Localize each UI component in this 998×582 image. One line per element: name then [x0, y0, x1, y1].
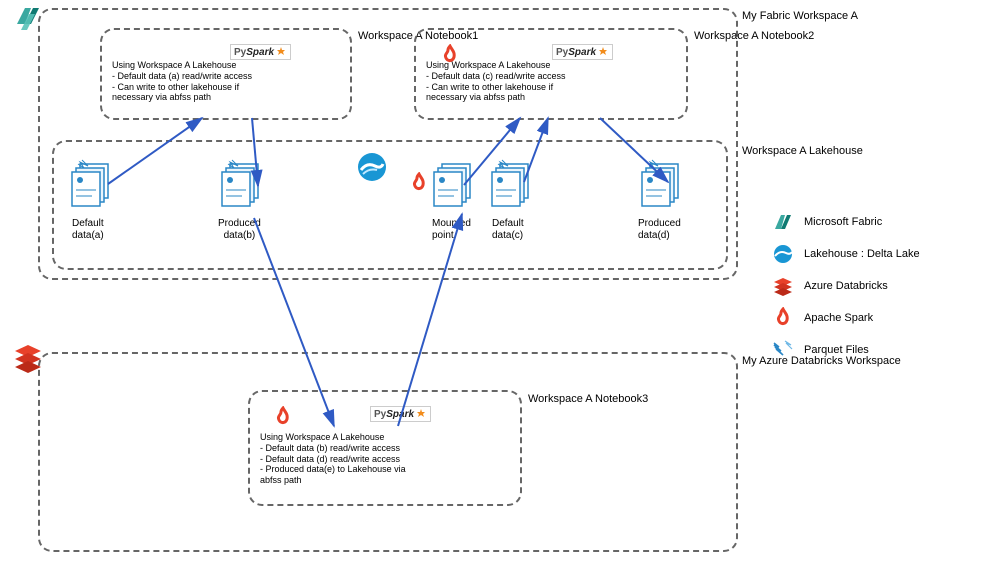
workspace-a-notebook3-title: Workspace A Notebook3: [528, 393, 648, 406]
legend-item-parquet: Parquet Files: [770, 338, 990, 362]
legend-item-databricks: Azure Databricks: [770, 274, 990, 298]
lakehouse-wave-icon: [355, 150, 389, 184]
databricks-icon: [10, 340, 46, 376]
lakehouse-icon: [770, 242, 796, 266]
workspace-a-notebook2-text: Using Workspace A Lakehouse - Default da…: [426, 60, 566, 103]
lakehouse-container: [52, 140, 728, 270]
spark-mount-icon: [408, 172, 430, 196]
parquet-icon: [770, 338, 796, 362]
fabric-workspace-label: My Fabric Workspace A: [742, 10, 858, 23]
parquet-label-a: Default data(a): [72, 218, 104, 242]
parquet-label-d: Produced data(d): [638, 218, 681, 242]
legend-label-databricks: Azure Databricks: [804, 280, 888, 292]
parquet-label-b: Produced data(b): [218, 218, 261, 242]
legend: Microsoft Fabric Lakehouse : Delta Lake …: [770, 210, 990, 370]
microsoft-fabric-icon: [10, 1, 46, 37]
legend-label-parquet: Parquet Files: [804, 344, 869, 356]
pyspark-badge-1: PySpark: [230, 44, 291, 60]
legend-item-fabric: Microsoft Fabric: [770, 210, 990, 234]
lakehouse-title: Workspace A Lakehouse: [742, 145, 863, 158]
legend-label-spark: Apache Spark: [804, 312, 873, 324]
parquet-stack-b: [220, 158, 272, 210]
spark-flame-icon-2: [272, 406, 294, 430]
microsoft-fabric-icon: [770, 210, 796, 234]
parquet-stack-mount: [432, 158, 484, 210]
workspace-a-notebook2-title: Workspace A Notebook2: [694, 30, 814, 43]
parquet-label-mount: Mounted point: [432, 218, 471, 242]
pyspark-badge-2: PySpark: [552, 44, 613, 60]
spark-flame-icon: [770, 306, 796, 330]
parquet-label-c: Default data(c): [492, 218, 524, 242]
parquet-stack-a: [70, 158, 122, 210]
parquet-stack-d: [640, 158, 692, 210]
legend-item-spark: Apache Spark: [770, 306, 990, 330]
pyspark-badge-3: PySpark: [370, 406, 431, 422]
workspace-a-notebook1-text: Using Workspace A Lakehouse - Default da…: [112, 60, 252, 103]
parquet-stack-c: [490, 158, 542, 210]
legend-label-lakehouse: Lakehouse : Delta Lake: [804, 248, 920, 260]
databricks-icon: [770, 274, 796, 298]
workspace-a-notebook3-text: Using Workspace A Lakehouse - Default da…: [260, 432, 406, 486]
legend-item-lakehouse: Lakehouse : Delta Lake: [770, 242, 990, 266]
legend-label-fabric: Microsoft Fabric: [804, 216, 882, 228]
